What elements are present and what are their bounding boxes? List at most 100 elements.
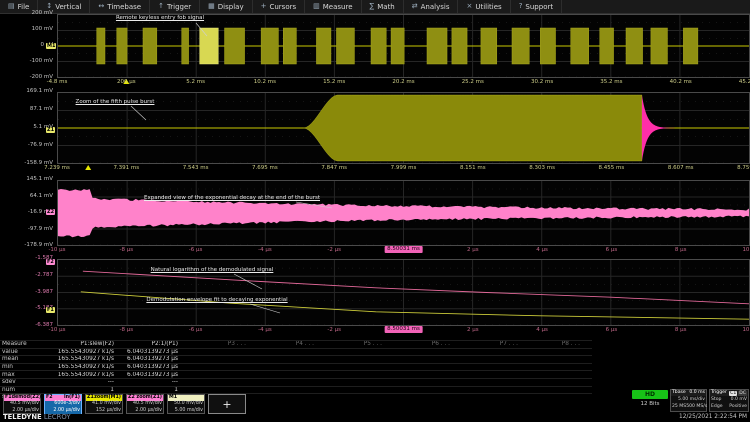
exp-fit-trace <box>81 292 749 319</box>
menu-label-measure: Measure <box>323 3 353 11</box>
descriptor-hscale: 2.00 µs/div <box>128 408 162 415</box>
measure-row-label: max <box>0 372 57 378</box>
zoom-position-badge: 8.50031 ms <box>384 246 423 253</box>
descriptor-z2[interactable]: Z2zoom(Z1)40.5 mV/div2.00 µs/div <box>126 394 164 414</box>
vertical-icon: ↕ <box>46 3 52 10</box>
timebase-summary-box[interactable]: Tbase 0.0 ms 5.00 ms/div 25 MS 500 MS/s <box>670 389 707 412</box>
menu-item-support[interactable]: ?Support <box>511 0 562 13</box>
channel-badge-z2[interactable]: Z2 <box>46 209 55 215</box>
annotation-text: Demodulation envelope fit to decaying ex… <box>146 297 287 303</box>
x-axis-label: 8.455 ms <box>599 166 625 172</box>
menu-item-cursors[interactable]: +Cursors <box>253 0 306 13</box>
channel-badge-z1[interactable]: Z1 <box>46 127 55 133</box>
measure-col-header[interactable]: P4 . . . <box>250 341 318 347</box>
measure-header-row: MeasureP1:slew(F2)P2:1/(P1)P3 . . .P4 . … <box>0 340 592 348</box>
x-axis-label: -2 µs <box>327 328 341 334</box>
brand-logo: TELEDYNE LECROY <box>3 413 71 421</box>
y-axis-label: -6.387 <box>0 323 53 329</box>
channel-badge-f2[interactable]: F2 <box>46 259 55 265</box>
x-axis-label: -4 µs <box>258 328 272 334</box>
descriptor-id: F2 <box>46 395 53 401</box>
menu-item-trigger[interactable]: ↑Trigger <box>150 0 200 13</box>
x-axis-label: -4.8 ms <box>47 80 68 86</box>
panel-burst-zoom[interactable] <box>57 92 750 164</box>
x-axis-label: -4 µs <box>258 248 272 254</box>
descriptor-f1[interactable]: F1demod(Z2)40.5 mV/div2.00 µs/div <box>3 394 41 414</box>
trigger-slope: Positive <box>729 403 747 410</box>
annotation-text: Expanded view of the exponential decay a… <box>144 195 320 201</box>
y-axis-label: -2.787 <box>0 273 53 279</box>
add-trace-button[interactable]: + <box>208 394 246 414</box>
y-axis-label: 169.1 mV <box>0 89 53 95</box>
brand-teledyne: TELEDYNE <box>3 413 42 421</box>
measure-cell: --- <box>57 379 118 385</box>
x-axis-label: -8 µs <box>119 328 133 334</box>
descriptor-z1[interactable]: Z1zoom(M1)41.0 mV/div152 µs/div <box>85 394 123 414</box>
x-axis-label: 4 µs <box>536 328 548 334</box>
menu-item-analysis[interactable]: ⇄Analysis <box>404 0 459 13</box>
measure-col-header[interactable]: P6 . . . <box>386 341 454 347</box>
tbase-rate: 500 MS/s <box>686 403 707 410</box>
x-axis-label: 8.151 ms <box>460 166 486 172</box>
measure-cell: 165.55430927 k1/s <box>57 364 118 370</box>
x-axis-label: 30.2 ms <box>531 80 553 86</box>
annotation-text: Natural logarithm of the demodulated sig… <box>151 267 274 273</box>
measure-col-header[interactable]: P3 . . . <box>182 341 250 347</box>
zoom-position-badge: 8.50031 ms <box>384 326 423 333</box>
panel-exp-decay[interactable] <box>57 180 750 246</box>
measure-row-num: num11 <box>0 386 592 394</box>
menu-item-math[interactable]: ∑Math <box>362 0 404 13</box>
y-axis-label: 200 mV <box>0 11 53 17</box>
menu-item-timebase[interactable]: ↔Timebase <box>90 0 150 13</box>
x-axis-label: 40.2 ms <box>670 80 692 86</box>
x-axis-label: 10.2 ms <box>254 80 276 86</box>
panel-pulse-train[interactable] <box>57 14 750 78</box>
x-axis-label: 15.2 ms <box>323 80 345 86</box>
brand-lecroy: LECROY <box>44 413 71 421</box>
measure-table: MeasureP1:slew(F2)P2:1/(P1)P3 . . .P4 . … <box>0 340 592 401</box>
trigger-summary-box[interactable]: Trigger C1 DC Stop 0.0 mV Edge Positive <box>709 389 749 412</box>
timebase-icon: ↔ <box>98 3 104 10</box>
measure-col-header[interactable]: P7 . . . <box>454 341 522 347</box>
y-axis-label: -200 mV <box>0 75 53 81</box>
adc-bits-label: 12 Bits <box>632 401 668 407</box>
measure-col-header[interactable]: P1:slew(F2) <box>57 341 118 347</box>
descriptor-body: 50.0 mV/div5.00 ms/div <box>168 401 204 414</box>
menu-label-utilities: Utilities <box>475 3 501 11</box>
descriptor-body: 40.5 mV/div2.00 µs/div <box>127 401 163 414</box>
measure-cell: --- <box>118 379 182 385</box>
cursors-icon: + <box>261 3 267 10</box>
menu-label-display: Display <box>218 3 244 11</box>
trigger-coupling-badge: DC <box>738 391 747 396</box>
y-axis-label: -76.9 mV <box>0 143 53 149</box>
display-icon: ▦ <box>208 3 215 10</box>
waveform-svg-pulse-train <box>58 15 749 77</box>
measure-col-header[interactable]: P8 . . . <box>522 341 584 347</box>
measure-col-header[interactable]: P5 . . . <box>318 341 386 347</box>
y-axis-label: 87.1 mV <box>0 107 53 113</box>
oscilloscope-app: ▤File↕Vertical↔Timebase↑Trigger▦Display+… <box>0 0 750 422</box>
math-icon: ∑ <box>370 3 375 10</box>
measure-icon: ▥ <box>313 3 320 10</box>
y-axis-label: -178.9 mV <box>0 243 53 249</box>
channel-badge-m1[interactable]: M1 <box>46 43 56 49</box>
measure-cell: 6.0403139273 µs <box>118 364 182 370</box>
menu-label-math: Math <box>377 3 395 11</box>
descriptor-m1[interactable]: M150.0 mV/div5.00 ms/div <box>167 394 205 414</box>
menu-item-utilities[interactable]: ×Utilities <box>458 0 510 13</box>
menu-label-vertical: Vertical <box>55 3 81 11</box>
channel-badge-f1[interactable]: F1 <box>46 307 55 313</box>
x-axis-label: -10 µs <box>48 248 65 254</box>
menu-label-support: Support <box>525 3 553 11</box>
datetime-label: 12/25/2021 2:22:54 PM <box>679 414 747 420</box>
annotation-text: Remote keyless entry fob signal <box>116 15 204 21</box>
x-axis-label: 5.2 ms <box>186 80 205 86</box>
measure-col-header[interactable]: P2:1/(P1) <box>118 341 182 347</box>
menu-item-display[interactable]: ▦Display <box>200 0 252 13</box>
x-axis-label: -6 µs <box>189 248 203 254</box>
menu-item-measure[interactable]: ▥Measure <box>305 0 361 13</box>
descriptor-f2[interactable]: F2ln(F1)600e-3/div2.00 µs/div <box>44 394 82 414</box>
y-axis-label: 64.1 mV <box>0 194 53 200</box>
measure-cell: 1 <box>57 387 118 393</box>
hd-badge[interactable]: HD <box>632 390 668 399</box>
